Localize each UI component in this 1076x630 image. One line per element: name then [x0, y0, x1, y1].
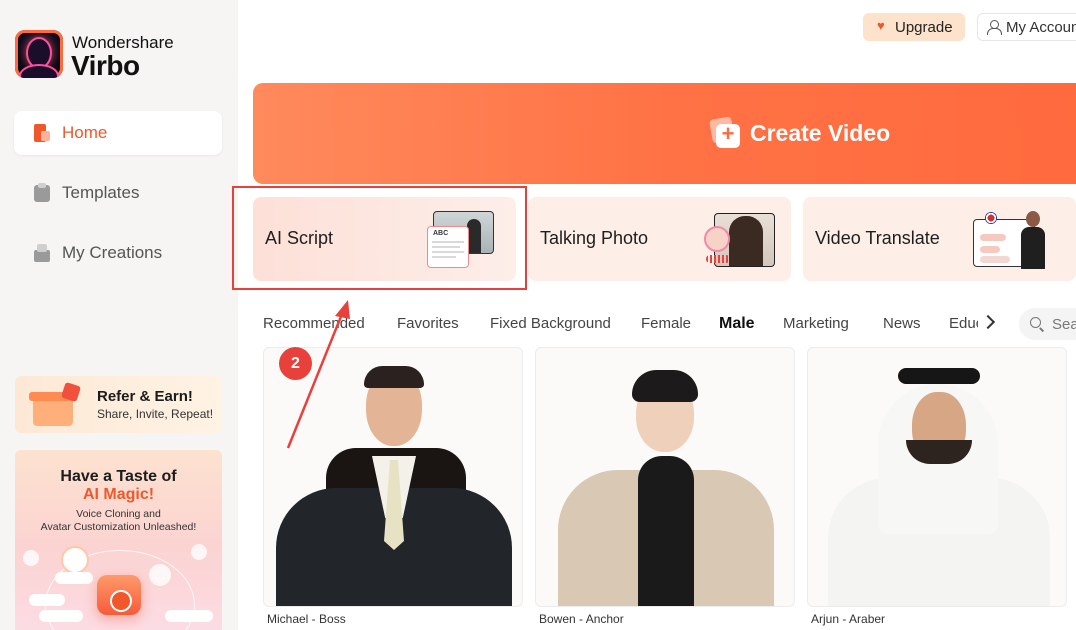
sidebar-item-label: Home	[62, 123, 108, 142]
promo-line1: Have a Taste of	[60, 468, 177, 485]
sidebar-item-home[interactable]: Home	[14, 111, 222, 155]
promo-line3: Voice Cloning and	[76, 508, 161, 520]
upgrade-button[interactable]: Upgrade	[863, 13, 965, 41]
audio-wave-icon	[706, 255, 730, 263]
promo-camera-icon	[149, 564, 171, 586]
avatar-hair	[632, 370, 698, 402]
account-label: My Account	[1006, 18, 1076, 36]
avatar-card-arjun[interactable]	[807, 347, 1067, 607]
sidebar-item-my-creations[interactable]: My Creations	[14, 231, 222, 275]
create-video-button[interactable]: + Create Video	[253, 83, 1076, 184]
search-input[interactable]	[1052, 315, 1076, 333]
sidebar: Wondershare Virbo Home Templates My Crea…	[0, 0, 238, 630]
promo-chip	[29, 594, 65, 606]
heart-icon	[877, 18, 889, 33]
avatar-hair	[364, 366, 424, 388]
avatar-name-label: Arjun - Araber	[811, 612, 886, 626]
avatar-turtleneck	[638, 456, 694, 606]
promo-line2: AI Magic!	[82, 486, 155, 503]
tab-education[interactable]: Education	[949, 315, 978, 332]
talking-photo-face-icon	[704, 226, 730, 252]
create-video-label: Create Video	[750, 120, 891, 146]
ai-magic-promo-banner[interactable]: Have a Taste of AI Magic! Voice Cloning …	[15, 450, 222, 630]
feature-label: Video Translate	[815, 228, 940, 248]
chevron-right-icon[interactable]	[981, 312, 995, 332]
promo-chip	[55, 572, 93, 584]
flag-icon	[985, 212, 997, 224]
avatar-name-label: Bowen - Anchor	[539, 612, 624, 626]
templates-icon	[32, 183, 52, 203]
avatar-card-michael[interactable]	[263, 347, 523, 607]
ai-script-highlight-box	[232, 186, 527, 290]
step-badge: 2	[279, 347, 312, 380]
avatar-agal	[898, 368, 980, 384]
promo-avatar-icon	[61, 546, 89, 574]
brand-virbo: Virbo	[71, 50, 140, 81]
avatar-name-label: Michael - Boss	[267, 612, 346, 626]
search-icon	[1030, 317, 1044, 331]
feature-label: Talking Photo	[540, 228, 649, 248]
promo-line4: Avatar Customization Unleashed!	[40, 521, 197, 533]
virbo-logo-icon	[15, 30, 63, 78]
promo-star-icon	[110, 590, 132, 612]
tabs-overflow-clip: Education	[253, 305, 978, 341]
creations-icon	[32, 243, 52, 263]
promo-chip	[39, 610, 83, 622]
refer-subtitle: Share, Invite, Repeat!	[97, 407, 214, 421]
upgrade-label: Upgrade	[895, 18, 953, 36]
avatar-card-bowen[interactable]	[535, 347, 795, 607]
my-account-button[interactable]: My Account	[977, 13, 1076, 41]
sidebar-item-label: My Creations	[62, 243, 163, 262]
video-translate-presenter-icon	[1018, 209, 1048, 269]
user-icon	[987, 20, 1002, 35]
promo-user-icon	[23, 550, 39, 566]
refer-earn-banner[interactable]: Refer & Earn! Share, Invite, Repeat!	[15, 376, 222, 433]
home-icon	[32, 123, 52, 143]
sidebar-item-label: Templates	[62, 183, 140, 202]
refer-title: Refer & Earn!	[97, 388, 193, 405]
search-box[interactable]	[1019, 308, 1076, 340]
sidebar-item-templates[interactable]: Templates	[14, 171, 222, 215]
create-video-icon: +	[709, 116, 741, 148]
promo-chip	[165, 610, 213, 622]
promo-user-icon	[191, 544, 207, 560]
gift-icon	[25, 381, 85, 428]
